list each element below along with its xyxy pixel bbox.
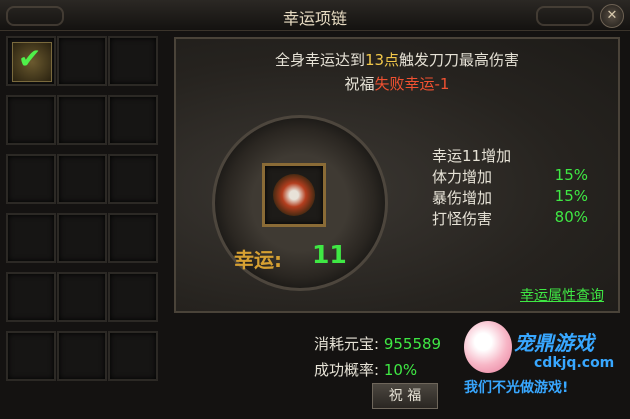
bag-slot[interactable] [57,272,107,322]
bag-slot[interactable] [108,154,158,204]
title-bar[interactable]: 幸运项链 ✕ [0,0,630,31]
watermark-slogan: 我们不光做游戏! [464,380,569,396]
title-ornament-right-icon [536,6,594,26]
mascot-logo-icon [464,321,512,373]
bag-slot[interactable] [6,95,56,145]
luck-label: 幸运: [234,248,282,272]
enhance-panel: 全身幸运达到13点触发刀刀最高伤害 祝福失败幸运-1 幸运: 11 幸运11增加… [174,37,620,313]
bless-button[interactable]: 祝 福 [372,383,438,409]
bag-slot[interactable]: ✔ [6,36,56,86]
stat-label: 打怪伤害 [432,210,493,228]
bag-slot[interactable] [6,272,56,322]
bonus-effect: 触发刀刀最高伤害 [399,51,520,69]
bag-slot[interactable] [57,154,107,204]
bag-slot[interactable] [6,331,56,381]
bonus-prefix: 全身幸运达到 [274,51,365,69]
close-icon[interactable]: ✕ [600,4,624,28]
bag-slot[interactable] [6,154,56,204]
watermark-name: 宠鼎游戏 [514,331,594,355]
stat-row: 打怪伤害 80% [432,208,602,229]
stat-row: 体力增加 15% [432,166,602,187]
stat-row: 暴伤增加 15% [432,187,602,208]
stat-list: 幸运11增加 体力增加 15% 暴伤增加 15% 打怪伤害 80% [432,145,602,229]
rate-line: 成功概率: 10% [314,359,417,380]
item-socket[interactable] [262,163,326,227]
bless-rule-label: 祝福 [344,75,375,93]
cost-value: 955589 [383,335,442,353]
bag-slot[interactable] [108,331,158,381]
stat-label: 暴伤增加 [432,189,493,207]
cost-line: 消耗元宝: 955589 [314,333,441,354]
bag-grid: ✔ [6,36,164,416]
luck-value: 11 [312,240,347,269]
stat-label: 幸运11增加 [432,147,512,165]
bag-slot[interactable] [57,36,107,86]
bag-slot[interactable] [6,213,56,263]
bag-slot[interactable] [57,213,107,263]
bag-slot[interactable] [108,272,158,322]
stat-row: 幸运11增加 [432,145,602,166]
rate-label: 成功概率: [314,361,380,379]
watermark-url: cdkjq.com [534,355,615,371]
necklace-icon [273,174,315,216]
bless-penalty: 失败幸运-1 [374,75,450,93]
stat-value: 80% [554,208,588,226]
stat-label: 体力增加 [432,168,493,186]
watermark: 宠鼎游戏 cdkjq.com 我们不光做游戏! [462,317,630,419]
bag-slot[interactable] [108,213,158,263]
stat-value: 15% [554,187,588,205]
bag-slot[interactable] [108,36,158,86]
luck-attribute-link[interactable]: 幸运属性查询 [520,285,604,305]
bonus-description: 全身幸运达到13点触发刀刀最高伤害 [176,49,618,70]
bonus-level: 13点 [364,51,400,69]
stat-value: 15% [554,166,588,184]
bless-rule: 祝福失败幸运-1 [176,73,618,94]
checkmark-icon: ✔ [18,42,42,75]
upgrade-window: 幸运项链 ✕ ✔ 全身幸运达到13点触发刀刀最高伤害 祝福失败幸运-1 幸运: … [0,0,630,419]
bag-slot[interactable] [108,95,158,145]
cost-label: 消耗元宝: [314,335,380,353]
bag-slot[interactable] [57,331,107,381]
rate-value: 10% [383,361,418,379]
bag-slot[interactable] [57,95,107,145]
